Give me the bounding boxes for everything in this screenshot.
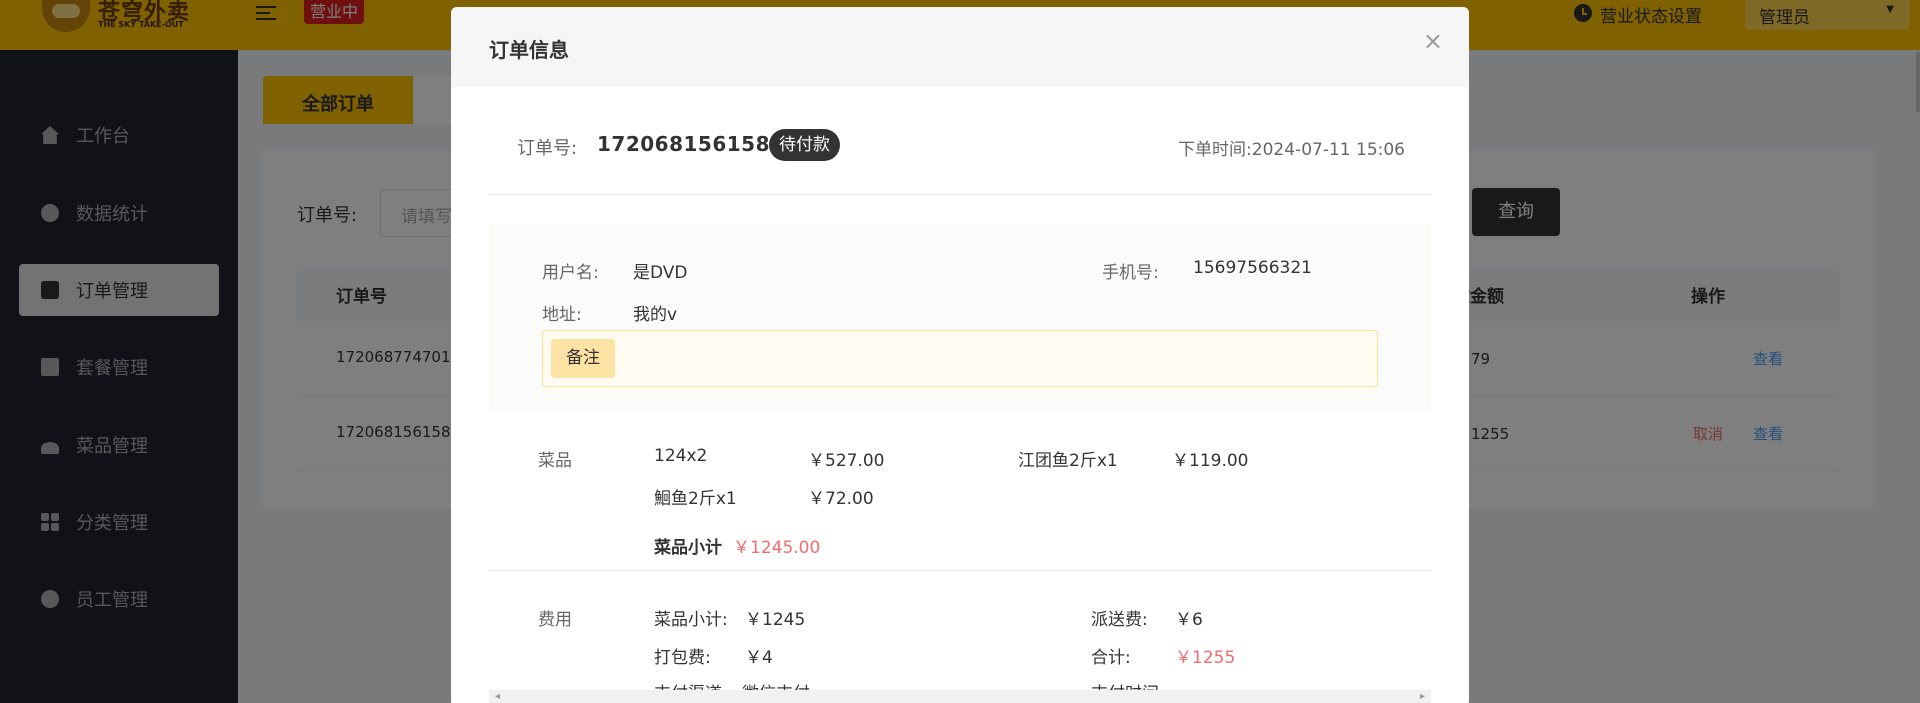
scroll-left-icon[interactable]: ◂: [495, 690, 500, 703]
dialog-header: 订单信息 ×: [451, 7, 1469, 87]
order-time: 下单时间:2024-07-11 15:06: [1178, 135, 1405, 160]
total-amount: ￥1255: [1175, 648, 1236, 668]
horizontal-scrollbar[interactable]: ◂ ▸: [489, 690, 1431, 703]
dish-subtotal: ￥1245.00: [733, 538, 821, 558]
scroll-right-icon[interactable]: ▸: [1420, 690, 1425, 703]
dish-name: 鮰鱼2斤x1: [654, 489, 737, 509]
dialog-title: 订单信息: [489, 38, 569, 62]
delivery-fee: ￥6: [1175, 610, 1203, 630]
user-name-label: 用户名:: [542, 263, 599, 283]
remark-tag: 备注: [551, 339, 615, 378]
order-status-badge: 待付款: [769, 129, 840, 161]
packing-fee-label: 打包费:: [654, 648, 711, 668]
order-no: 1720681561589: [597, 132, 785, 156]
order-detail-dialog: 订单信息 × 订单号: 1720681561589 待付款 下单时间:2024-…: [451, 7, 1469, 703]
address-label: 地址:: [542, 305, 582, 325]
order-time-label: 下单时间:: [1178, 140, 1252, 160]
dish-price: ￥119.00: [1172, 451, 1249, 471]
fee-subtotal: ￥1245: [745, 610, 806, 630]
dish-name: 124x2: [654, 446, 708, 466]
dish-price: ￥72.00: [808, 489, 874, 509]
phone-label: 手机号:: [1102, 263, 1159, 283]
order-time-value: 2024-07-11 15:06: [1251, 140, 1405, 160]
dish-subtotal-label: 菜品小计: [654, 538, 722, 558]
fee-subtotal-label: 菜品小计:: [654, 610, 728, 630]
address: 我的v: [633, 305, 678, 325]
phone: 15697566321: [1193, 258, 1312, 278]
delivery-fee-label: 派送费:: [1091, 610, 1148, 630]
order-no-label: 订单号:: [517, 138, 578, 159]
close-icon[interactable]: ×: [1423, 29, 1443, 53]
divider: [489, 570, 1431, 571]
divider: [489, 194, 1431, 195]
remark-box: 备注: [542, 330, 1378, 387]
total-label: 合计:: [1091, 648, 1131, 668]
dish-name: 江团鱼2斤x1: [1018, 451, 1118, 471]
dish-price: ￥527.00: [808, 451, 885, 471]
fees-section-label: 费用: [538, 610, 572, 630]
packing-fee: ￥4: [745, 648, 773, 668]
user-name: 是DVD: [633, 263, 688, 283]
dishes-section-label: 菜品: [538, 451, 572, 471]
